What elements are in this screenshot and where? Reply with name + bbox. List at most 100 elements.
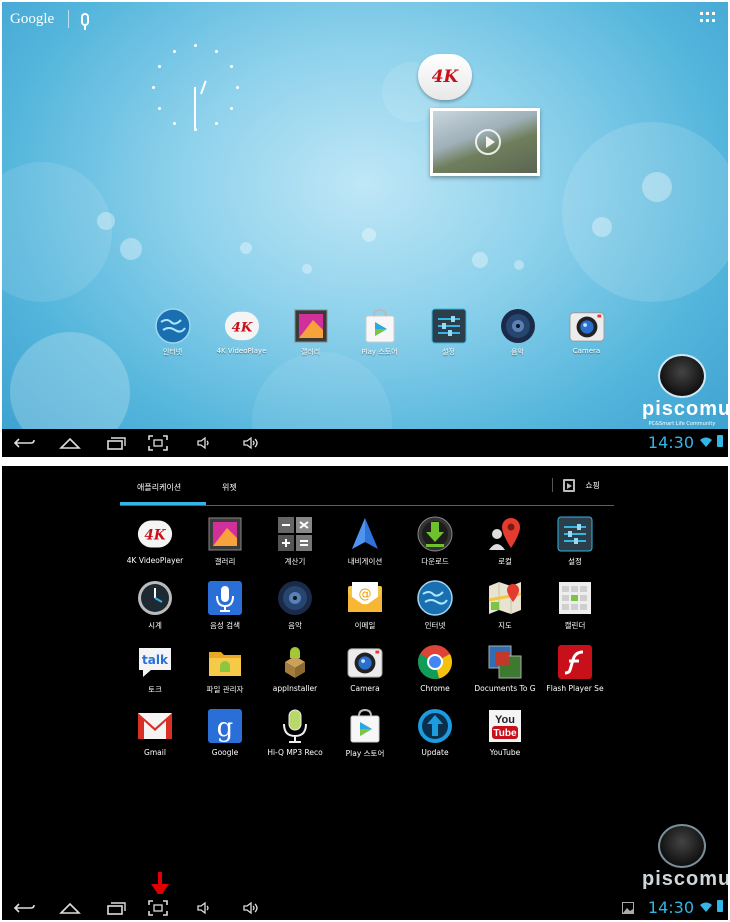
maps-icon: [487, 580, 523, 616]
recent-apps-button[interactable]: [104, 429, 128, 457]
shopping-bag-icon: [563, 478, 576, 492]
back-button[interactable]: [10, 894, 38, 920]
minute-hand: [200, 80, 207, 95]
clock-icon: [137, 580, 173, 616]
tab-widgets[interactable]: 위젯: [222, 482, 237, 493]
calendar-icon: [557, 580, 593, 616]
app-email[interactable]: @ 이메일: [330, 580, 400, 644]
app-file-manager[interactable]: 파일 관리자: [190, 644, 260, 708]
volume-down-button[interactable]: [194, 894, 214, 920]
app-calculator[interactable]: 계산기: [260, 516, 330, 580]
app-navigation[interactable]: 내비게이션: [330, 516, 400, 580]
app-local[interactable]: 로컬: [470, 516, 540, 580]
home-button[interactable]: [56, 894, 84, 920]
app-gmail[interactable]: Gmail: [120, 708, 190, 772]
dock-app-gallery[interactable]: 갤러리: [276, 308, 345, 357]
app-installer-icon: [277, 644, 313, 680]
app-voice-search[interactable]: 음성 검색: [190, 580, 260, 644]
app-youtube[interactable]: You Tube You Tube: [470, 708, 540, 772]
analog-clock-widget[interactable]: [152, 44, 239, 131]
camera-icon: [568, 308, 605, 344]
volume-down-button[interactable]: [194, 429, 214, 457]
screenshot-button[interactable]: [146, 894, 170, 920]
tab-applications[interactable]: 애플리케이션: [137, 482, 181, 493]
app-flash-player[interactable]: Flash Player Se: [540, 644, 610, 708]
app-chrome[interactable]: Chrome: [400, 644, 470, 708]
update-icon: [417, 708, 453, 744]
video-thumbnail[interactable]: [430, 108, 540, 176]
svg-text:@: @: [359, 587, 372, 602]
home-button[interactable]: [56, 429, 84, 457]
4k-videoplayer-icon: 4K: [137, 516, 173, 552]
settings-icon: [431, 308, 467, 344]
dock-app-camera[interactable]: Camera: [552, 308, 621, 357]
volume-up-button[interactable]: [240, 429, 262, 457]
image-notification-icon[interactable]: [622, 902, 634, 914]
app-4k-videoplayer[interactable]: 4K 4K VideoPlayer: [120, 516, 190, 580]
play-store-icon: [362, 308, 398, 344]
youtube-icon: You Tube: [487, 708, 523, 744]
home-screen: Google 4K 인터넷 4K 4K VideoPlaye 갤러리 Play …: [2, 2, 728, 457]
globe-icon: [154, 308, 191, 344]
download-icon: [417, 516, 453, 552]
play-icon: [475, 129, 501, 155]
app-installer[interactable]: appInstaller: [260, 644, 330, 708]
screenshot-button[interactable]: [146, 429, 170, 457]
app-grid: 4K 4K VideoPlayer 갤러리 계산기 내비게이션 다운로드 로컬 …: [120, 516, 610, 772]
app-camera[interactable]: Camera: [330, 644, 400, 708]
documents-to-go-icon: [487, 644, 523, 680]
drawer-tab-bar: 애플리케이션 위젯 쇼핑: [120, 478, 614, 506]
settings-icon: [557, 516, 593, 552]
gallery-icon: [293, 308, 329, 344]
app-maps[interactable]: 지도: [470, 580, 540, 644]
battery-icon: [717, 435, 723, 447]
wifi-icon: [700, 902, 712, 912]
4k-widget-badge[interactable]: 4K: [418, 54, 472, 102]
dock-app-settings[interactable]: 설정: [414, 308, 483, 357]
google-search-bar[interactable]: Google: [10, 8, 90, 30]
shop-button[interactable]: 쇼핑: [552, 478, 600, 492]
app-mp3-recorder[interactable]: Hi-Q MP3 Reco: [260, 708, 330, 772]
app-play-store[interactable]: Play 스토어: [330, 708, 400, 772]
app-documents-to-go[interactable]: Documents To G: [470, 644, 540, 708]
gallery-icon: [207, 516, 243, 552]
dock-app-4k-videoplayer[interactable]: 4K 4K VideoPlaye: [207, 308, 276, 357]
system-navigation-bar: 14:30: [2, 429, 728, 457]
voice-search-icon: [207, 580, 243, 616]
4k-videoplayer-icon: 4K: [224, 308, 260, 344]
navigation-icon: [347, 516, 383, 552]
wifi-icon: [700, 437, 712, 447]
app-calendar[interactable]: 캘린더: [540, 580, 610, 644]
microphone-icon[interactable]: [81, 12, 90, 30]
dock-app-music[interactable]: 음악: [483, 308, 552, 357]
app-settings[interactable]: 설정: [540, 516, 610, 580]
app-google[interactable]: g Google: [190, 708, 260, 772]
app-internet[interactable]: 인터넷: [400, 580, 470, 644]
svg-text:4K: 4K: [231, 321, 252, 336]
app-gallery[interactable]: 갤러리: [190, 516, 260, 580]
battery-icon: [717, 900, 723, 912]
app-music[interactable]: 음악: [260, 580, 330, 644]
all-apps-button[interactable]: [700, 12, 715, 24]
hour-hand: [194, 87, 196, 131]
gmail-icon: [137, 708, 173, 744]
volume-up-button[interactable]: [240, 894, 262, 920]
chrome-icon: [417, 644, 453, 680]
app-drawer: 애플리케이션 위젯 쇼핑 4K 4K VideoPlayer 갤러리 계산기 내…: [2, 466, 728, 920]
google-logo: Google: [10, 10, 55, 27]
recent-apps-button[interactable]: [104, 894, 128, 920]
app-clock[interactable]: 시계: [120, 580, 190, 644]
google-search-icon: g: [207, 708, 243, 744]
dock-app-play-store[interactable]: Play 스토어: [345, 308, 414, 357]
dock-app-internet[interactable]: 인터넷: [138, 308, 207, 357]
app-talk[interactable]: talk 토크: [120, 644, 190, 708]
app-update[interactable]: Update: [400, 708, 470, 772]
local-icon: [487, 516, 523, 552]
svg-text:You: You: [495, 714, 515, 726]
globe-icon: [417, 580, 453, 616]
app-download[interactable]: 다운로드: [400, 516, 470, 580]
mp3-recorder-icon: [277, 708, 313, 744]
back-button[interactable]: [10, 429, 38, 457]
file-manager-icon: [207, 644, 243, 680]
email-icon: @: [347, 580, 383, 616]
